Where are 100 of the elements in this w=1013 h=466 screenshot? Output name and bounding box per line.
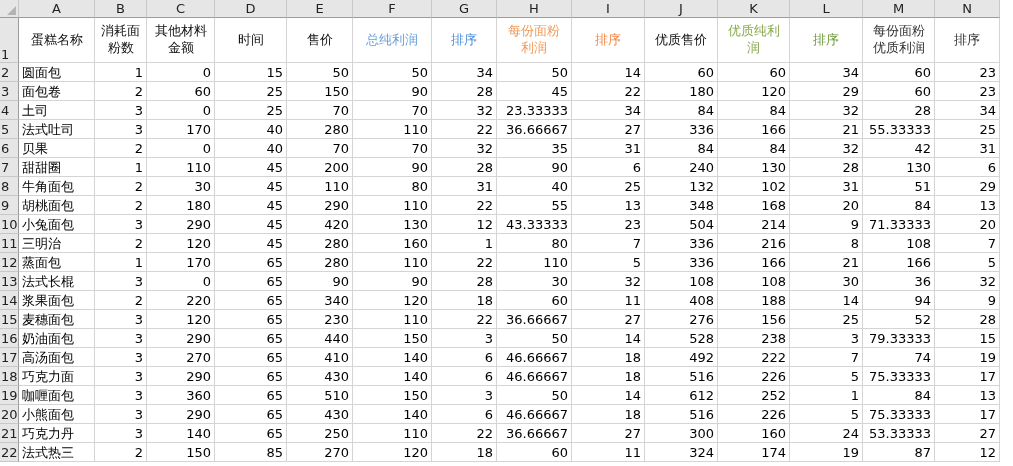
table-cell: 410 (287, 348, 353, 367)
table-cell: 2 (95, 139, 147, 158)
table-cell: 7 (572, 234, 645, 253)
row-header[interactable]: 16 (0, 329, 19, 348)
table-cell: 290 (147, 215, 215, 234)
column-header[interactable]: D (215, 0, 287, 18)
table-cell: 226 (718, 367, 790, 386)
row-header[interactable]: 13 (0, 272, 19, 291)
row-header[interactable]: 9 (0, 196, 19, 215)
row-header[interactable]: 19 (0, 386, 19, 405)
row-header[interactable]: 1 (0, 18, 19, 63)
row-header[interactable]: 18 (0, 367, 19, 386)
table-cell: 110 (353, 424, 432, 443)
table-cell: 0 (147, 272, 215, 291)
column-header[interactable]: J (645, 0, 718, 18)
table-cell: 612 (645, 386, 718, 405)
table-cell: 18 (432, 291, 497, 310)
table-cell: 3 (790, 329, 863, 348)
column-header[interactable]: C (147, 0, 215, 18)
table-cell: 166 (718, 120, 790, 139)
row-header[interactable]: 2 (0, 63, 19, 82)
row-header[interactable]: 22 (0, 443, 19, 462)
header-cell: 排序 (935, 18, 1000, 63)
table-cell: 0 (147, 139, 215, 158)
table-cell: 甜甜圈 (19, 158, 95, 177)
row-header[interactable]: 4 (0, 101, 19, 120)
table-cell: 18 (432, 443, 497, 462)
table-cell: 17 (935, 367, 1000, 386)
table-cell: 18 (572, 405, 645, 424)
column-header[interactable]: L (790, 0, 863, 18)
table-cell: 7 (935, 234, 1000, 253)
table-cell: 3 (95, 329, 147, 348)
table-cell: 528 (645, 329, 718, 348)
table-cell: 300 (645, 424, 718, 443)
table-cell: 27 (572, 120, 645, 139)
row-header[interactable]: 7 (0, 158, 19, 177)
row-header[interactable]: 11 (0, 234, 19, 253)
table-cell: 252 (718, 386, 790, 405)
table-cell: 13 (935, 196, 1000, 215)
table-cell: 45 (215, 196, 287, 215)
column-header[interactable]: M (863, 0, 935, 18)
table-cell: 25 (215, 101, 287, 120)
row-header[interactable]: 14 (0, 291, 19, 310)
column-header[interactable]: E (287, 0, 353, 18)
table-cell: 510 (287, 386, 353, 405)
column-header[interactable]: F (353, 0, 432, 18)
table-cell: 340 (287, 291, 353, 310)
row-header[interactable]: 10 (0, 215, 19, 234)
table-cell: 46.66667 (497, 348, 572, 367)
row-header[interactable]: 21 (0, 424, 19, 443)
row-header[interactable]: 12 (0, 253, 19, 272)
table-cell: 120 (147, 234, 215, 253)
table-cell: 60 (863, 63, 935, 82)
table-cell: 14 (572, 329, 645, 348)
table-cell: 18 (572, 367, 645, 386)
table-cell: 32 (790, 101, 863, 120)
column-header[interactable]: N (935, 0, 1000, 18)
table-cell: 230 (287, 310, 353, 329)
table-cell: 85 (215, 443, 287, 462)
header-cell: 每份面粉利润 (497, 18, 572, 63)
row-header[interactable]: 15 (0, 310, 19, 329)
table-cell: 32 (432, 139, 497, 158)
column-header[interactable]: A (19, 0, 95, 18)
row-header[interactable]: 20 (0, 405, 19, 424)
table-cell: 174 (718, 443, 790, 462)
table-cell: 法式长棍 (19, 272, 95, 291)
table-cell: 8 (790, 234, 863, 253)
column-header[interactable]: I (572, 0, 645, 18)
select-all-button[interactable] (0, 0, 19, 18)
table-cell: 36.66667 (497, 120, 572, 139)
row-header[interactable]: 6 (0, 139, 19, 158)
row-header[interactable]: 17 (0, 348, 19, 367)
table-cell: 15 (215, 63, 287, 82)
row-header[interactable]: 8 (0, 177, 19, 196)
table-cell: 贝果 (19, 139, 95, 158)
row-header[interactable]: 3 (0, 82, 19, 101)
table-cell: 87 (863, 443, 935, 462)
table-cell: 22 (432, 196, 497, 215)
table-cell: 1 (790, 386, 863, 405)
row-header[interactable]: 5 (0, 120, 19, 139)
table-cell: 22 (572, 82, 645, 101)
column-header[interactable]: B (95, 0, 147, 18)
table-cell: 168 (718, 196, 790, 215)
header-cell: 排序 (432, 18, 497, 63)
table-cell: 45 (215, 234, 287, 253)
table-cell: 270 (147, 348, 215, 367)
table-cell: 0 (147, 63, 215, 82)
column-header[interactable]: K (718, 0, 790, 18)
column-header[interactable]: G (432, 0, 497, 18)
table-cell: 3 (95, 272, 147, 291)
table-cell: 516 (645, 405, 718, 424)
table-cell: 3 (95, 310, 147, 329)
table-cell: 20 (790, 196, 863, 215)
table-cell: 120 (353, 291, 432, 310)
table-cell: 90 (353, 82, 432, 101)
table-cell: 3 (432, 329, 497, 348)
table-cell: 80 (353, 177, 432, 196)
table-cell: 27 (572, 310, 645, 329)
column-header[interactable]: H (497, 0, 572, 18)
table-cell: 65 (215, 367, 287, 386)
